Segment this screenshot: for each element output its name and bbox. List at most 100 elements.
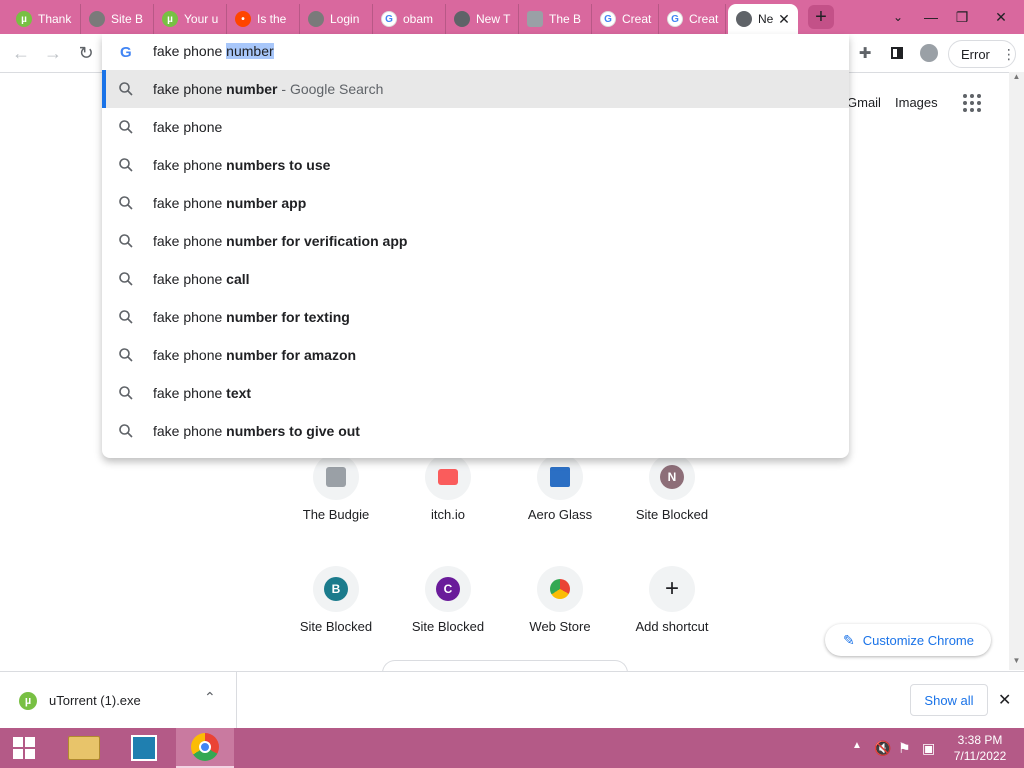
utorrent-icon: µ bbox=[162, 11, 178, 27]
tab-your[interactable]: µ Your u bbox=[154, 4, 227, 34]
tab-title: obam bbox=[403, 12, 434, 26]
shortcut-label: Site Blocked bbox=[635, 507, 709, 522]
suggestion-item[interactable]: fake phone numbers to use bbox=[102, 146, 849, 184]
reload-button[interactable]: ↻ bbox=[75, 42, 97, 64]
close-download-bar-icon[interactable]: ✕ bbox=[998, 690, 1011, 710]
shortcut-tile[interactable]: itch.io bbox=[392, 454, 504, 554]
close-window-button[interactable]: ✕ bbox=[978, 0, 1024, 34]
budgie-icon bbox=[326, 467, 346, 487]
shortcut-tile[interactable]: Web Store bbox=[504, 566, 616, 666]
suggestion-item[interactable]: fake phone number for texting bbox=[102, 298, 849, 336]
back-button[interactable]: ← bbox=[10, 42, 32, 64]
download-item[interactable]: µ uTorrent (1).exe ⌃ bbox=[0, 672, 237, 729]
tab-create-1[interactable]: G Creat bbox=[592, 4, 659, 34]
restore-button[interactable]: ❐ bbox=[946, 0, 978, 34]
new-tab-button[interactable]: + bbox=[808, 5, 834, 29]
tab-title: Your u bbox=[184, 12, 219, 26]
scroll-up-arrow-icon[interactable]: ▲ bbox=[1012, 72, 1021, 86]
photos-app-button[interactable] bbox=[116, 728, 172, 768]
network-icon[interactable]: ▣ bbox=[922, 740, 935, 757]
tab-title: Creat bbox=[622, 12, 652, 26]
shortcut-tile[interactable]: N Site Blocked bbox=[616, 454, 728, 554]
profile-error-button[interactable]: Error ⋮ bbox=[948, 40, 1016, 68]
add-shortcut-button[interactable]: + Add shortcut bbox=[616, 566, 728, 666]
shortcut-icon bbox=[537, 566, 583, 612]
arrow-right-icon: → bbox=[44, 42, 62, 63]
tab-obama[interactable]: G obam bbox=[373, 4, 446, 34]
suggestion-item[interactable]: fake phone number - Google Search bbox=[102, 70, 849, 108]
suggestion-item[interactable]: fake phone numbers to give out bbox=[102, 412, 849, 450]
suggestion-item[interactable]: fake phone number for verification app bbox=[102, 222, 849, 260]
folder-icon bbox=[68, 736, 100, 760]
show-all-button[interactable]: Show all bbox=[910, 684, 988, 716]
side-panel-button[interactable] bbox=[886, 42, 908, 64]
images-link[interactable]: Images bbox=[895, 95, 938, 110]
suggestion-item[interactable]: fake phone call bbox=[102, 260, 849, 298]
volume-muted-icon[interactable]: 🔇 bbox=[874, 740, 891, 757]
more-vertical-icon[interactable]: ⋮ bbox=[1002, 46, 1016, 63]
system-clock[interactable]: 3:38 PM 7/11/2022 bbox=[950, 732, 1010, 764]
shortcut-tile[interactable]: C Site Blocked bbox=[392, 566, 504, 666]
google-icon: G bbox=[120, 44, 132, 61]
chevron-down-icon: ⌄ bbox=[892, 10, 904, 24]
flag-icon[interactable]: ⚑ bbox=[898, 740, 911, 757]
file-explorer-button[interactable] bbox=[56, 728, 112, 768]
download-bar: µ uTorrent (1).exe ⌃ Show all ✕ bbox=[0, 671, 1024, 729]
picture-icon bbox=[131, 735, 157, 761]
arrow-left-icon: ← bbox=[12, 42, 30, 63]
tab-create-2[interactable]: G Creat bbox=[659, 4, 726, 34]
close-tab-icon[interactable]: ✕ bbox=[776, 11, 792, 27]
globe-icon bbox=[308, 11, 324, 27]
tab-thank[interactable]: µ Thank bbox=[8, 4, 81, 34]
start-button[interactable] bbox=[0, 728, 48, 768]
tab-title: Ne bbox=[758, 12, 774, 26]
chevron-up-icon[interactable]: ▲ bbox=[852, 740, 862, 751]
forward-button[interactable]: → bbox=[42, 42, 64, 64]
search-icon bbox=[119, 348, 133, 362]
suggestion-text: fake phone text bbox=[153, 385, 252, 401]
suggestion-item[interactable]: fake phone number for amazon bbox=[102, 336, 849, 374]
extensions-button[interactable]: ✚ bbox=[854, 42, 876, 64]
tab-login[interactable]: Login bbox=[300, 4, 373, 34]
chrome-taskbar-button[interactable] bbox=[176, 728, 234, 768]
gmail-link[interactable]: Gmail bbox=[847, 95, 881, 110]
suggestion-item[interactable]: fake phone number app bbox=[102, 184, 849, 222]
tab-site-blocked[interactable]: Site B bbox=[81, 4, 154, 34]
minimize-button[interactable]: — bbox=[916, 0, 946, 34]
suggestion-item[interactable]: fake phone text bbox=[102, 374, 849, 412]
download-filename: uTorrent (1).exe bbox=[49, 693, 141, 708]
suggestion-text: fake phone number app bbox=[153, 195, 307, 211]
aero-glass-icon bbox=[550, 467, 570, 487]
budgie-icon bbox=[527, 11, 543, 27]
chrome-icon bbox=[736, 11, 752, 27]
shortcut-tile[interactable]: Aero Glass bbox=[504, 454, 616, 554]
shortcut-tile[interactable]: The Budgie bbox=[280, 454, 392, 554]
itch-io-icon bbox=[438, 469, 458, 485]
omnibox-dropdown: G fake phone number fake phone number - … bbox=[102, 34, 849, 458]
omnibox-input[interactable]: G fake phone number bbox=[102, 34, 849, 70]
shortcut-tile[interactable]: B Site Blocked bbox=[280, 566, 392, 666]
tab-search-button[interactable]: ⌄ bbox=[876, 0, 920, 34]
suggestion-item[interactable]: fake phone bbox=[102, 108, 849, 146]
windows-taskbar: ▲ 🔇 ⚑ ▣ 3:38 PM 7/11/2022 bbox=[0, 728, 1024, 768]
tab-the-budgie[interactable]: The B bbox=[519, 4, 592, 34]
suggestion-text: fake phone numbers to use bbox=[153, 157, 331, 173]
plus-icon: + bbox=[815, 5, 827, 28]
suggestion-text: fake phone call bbox=[153, 271, 250, 287]
profile-button[interactable] bbox=[918, 42, 940, 64]
typed-text: fake phone bbox=[153, 43, 227, 59]
tab-title: Login bbox=[330, 12, 360, 26]
scroll-down-arrow-icon[interactable]: ▼ bbox=[1012, 656, 1021, 670]
scrollbar[interactable]: ▲ ▼ bbox=[1009, 72, 1024, 670]
omnibox-text[interactable]: fake phone number bbox=[153, 43, 274, 59]
tab-active-new-tab[interactable]: Ne ✕ bbox=[728, 4, 798, 34]
chrome-icon bbox=[454, 11, 470, 27]
tab-reddit[interactable]: • Is the bbox=[227, 4, 300, 34]
chevron-up-icon[interactable]: ⌃ bbox=[204, 689, 216, 706]
clock-date: 7/11/2022 bbox=[953, 749, 1007, 763]
customize-chrome-button[interactable]: ✎ Customize Chrome bbox=[825, 624, 991, 656]
minimize-icon: — bbox=[924, 9, 938, 25]
search-icon bbox=[119, 120, 133, 134]
tab-new-tab[interactable]: New T bbox=[446, 4, 519, 34]
google-apps-icon[interactable] bbox=[963, 94, 981, 112]
